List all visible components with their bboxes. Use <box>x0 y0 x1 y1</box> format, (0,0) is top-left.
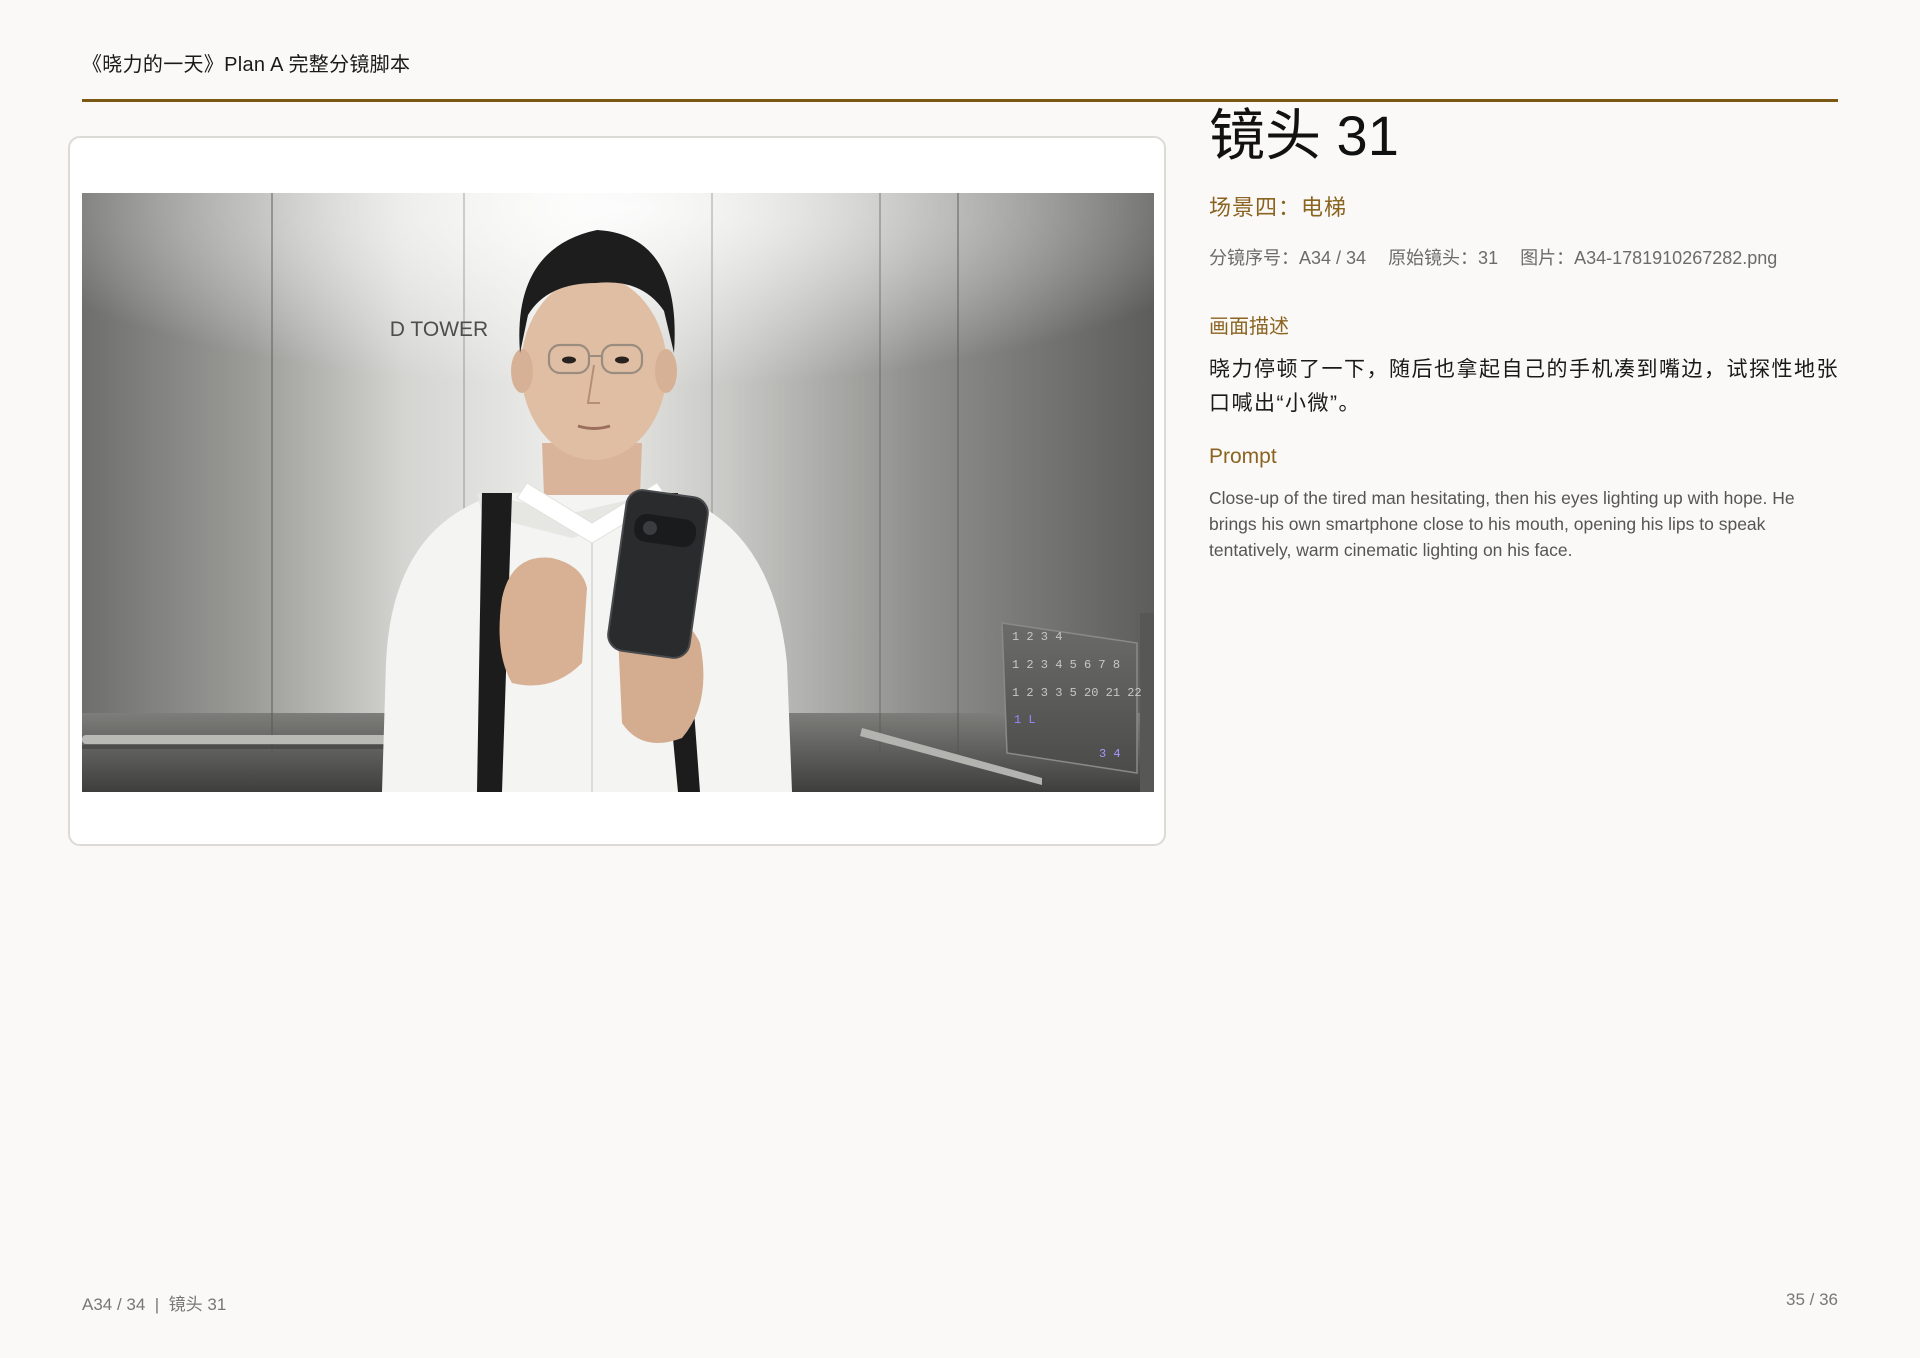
storyboard-image: D TOWER 1 2 3 4 1 2 3 4 5 6 7 8 1 2 3 3 … <box>82 193 1154 792</box>
meta-original-shot: 原始镜头：31 <box>1388 248 1499 268</box>
meta-sequence: 分镜序号：A34 / 34 <box>1209 248 1367 268</box>
shot-title: 镜头 31 <box>1209 104 1399 167</box>
footer-shot-ref: A34 / 34 | 镜头 31 <box>82 1295 227 1314</box>
wall-sign-text: D TOWER <box>390 318 488 341</box>
svg-text:1 L: 1 L <box>1014 713 1036 727</box>
scene-label: 场景四：电梯 <box>1209 195 1348 220</box>
prompt-text: Close-up of the tired man hesitating, th… <box>1209 488 1795 560</box>
meta-image-file: 图片：A34-1781910267282.png <box>1520 248 1778 268</box>
svg-text:1 2 3 3 5 20 21 22: 1 2 3 3 5 20 21 22 <box>1012 686 1142 700</box>
page-number: 35 / 36 <box>1786 1290 1838 1309</box>
description-text: 晓力停顿了一下，随后也拿起自己的手机凑到嘴边，试探性地张口喊出“小微”。 <box>1209 358 1839 415</box>
svg-text:1 2 3 4: 1 2 3 4 <box>1012 630 1062 644</box>
shot-details: 镜头 31 场景四：电梯 分镜序号：A34 / 34 原始镜头：31 图片：A34-… <box>1209 100 1839 563</box>
shot-meta: 分镜序号：A34 / 34 原始镜头：31 图片：A34-1781910267282… <box>1209 244 1839 270</box>
svg-text:3 4: 3 4 <box>1099 747 1121 761</box>
description-heading: 画面描述 <box>1209 316 1289 338</box>
svg-text:1 2 3 4 5 6 7 8: 1 2 3 4 5 6 7 8 <box>1012 658 1120 672</box>
prompt-heading: Prompt <box>1209 445 1277 468</box>
document-title: 《晓力的一天》Plan A 完整分镜脚本 <box>82 54 411 76</box>
